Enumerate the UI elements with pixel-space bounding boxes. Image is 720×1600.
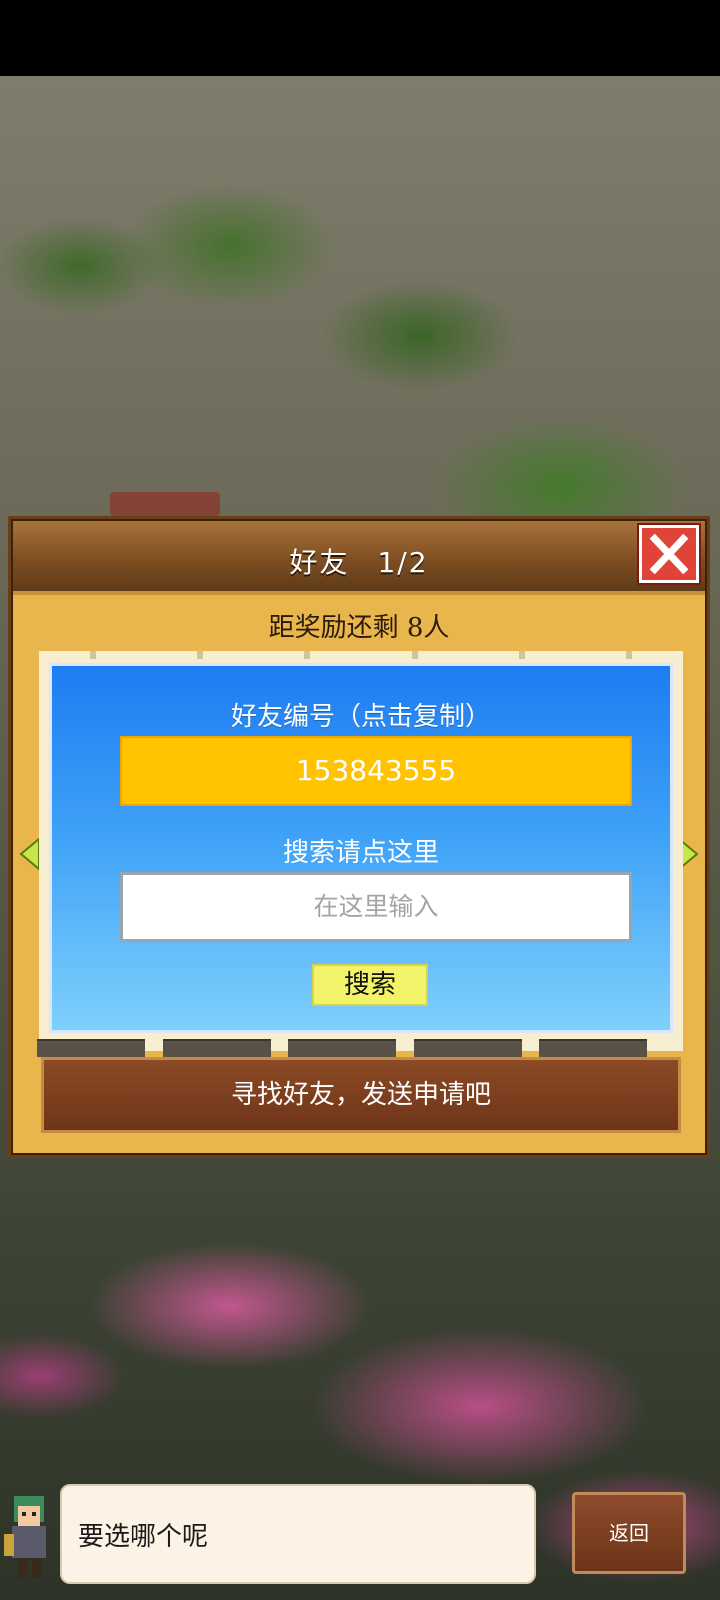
search-input[interactable]: 在这里输入: [120, 872, 632, 942]
character-avatar: [4, 1496, 46, 1578]
find-friends-banner[interactable]: 寻找好友，发送申请吧: [41, 1057, 681, 1133]
page-slot: [162, 1039, 271, 1057]
page-slots: [37, 1039, 647, 1057]
friend-panel-frame: 好友编号（点击复制） 153843555 搜索请点这里 在这里输入 搜索: [39, 651, 683, 1051]
search-hint: 搜索请点这里: [282, 838, 439, 868]
page-slot: [539, 1039, 647, 1057]
page-indicator: 1/2: [377, 546, 429, 579]
dialog-title-text: 好友: [289, 546, 350, 579]
friend-id-copy-field[interactable]: 153843555: [120, 736, 632, 806]
status-bar: [0, 0, 720, 76]
close-button[interactable]: [639, 525, 699, 583]
dialog-title-bar: 好友 1/2: [13, 521, 705, 595]
page-slot: [37, 1039, 145, 1057]
search-button[interactable]: 搜索: [312, 964, 428, 1006]
dialog-title: 好友 1/2: [13, 541, 705, 581]
back-button[interactable]: 返回: [572, 1492, 686, 1574]
speech-text: 要选哪个呢: [78, 1522, 209, 1552]
page-slot: [413, 1039, 522, 1057]
speech-bubble: 要选哪个呢: [60, 1484, 536, 1584]
close-icon: [649, 533, 689, 575]
background-sign: [110, 492, 220, 516]
friends-dialog: 好友 1/2 距奖励还剩 8人 好友编号（点击复制） 153843555 搜索请点…: [8, 516, 710, 1158]
friend-id-label: 好友编号（点击复制）: [230, 702, 491, 732]
reward-remaining-text: 距奖励还剩 8人: [268, 613, 450, 643]
arrow-left-icon[interactable]: [19, 837, 41, 871]
friend-panel: 好友编号（点击复制） 153843555 搜索请点这里 在这里输入 搜索: [49, 663, 673, 1033]
panel-top-ticks: [39, 651, 683, 659]
page-slot: [288, 1039, 396, 1057]
